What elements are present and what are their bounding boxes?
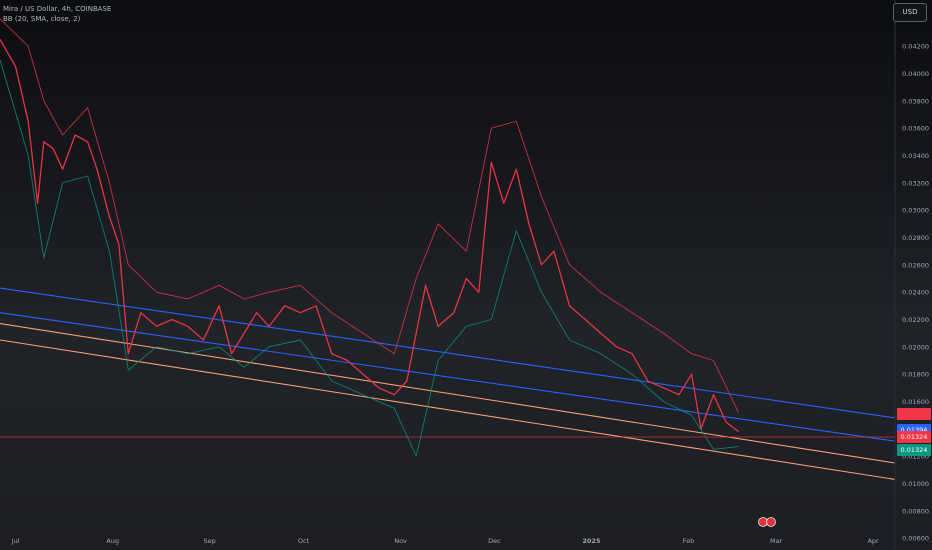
trendline-3 [0, 339, 896, 480]
x-tick-label: Apr [867, 537, 879, 545]
currency-button[interactable]: USD [893, 3, 927, 22]
y-tick-label: 0.01000 [902, 480, 929, 488]
y-tick-label: 0.02400 [902, 289, 929, 297]
y-tick-label: 0.02600 [902, 261, 929, 269]
y-tick-label: 0.03000 [902, 207, 929, 215]
x-tick-label: 2025 [582, 537, 601, 545]
event-marker-icon [766, 517, 776, 527]
y-tick-label: 0.03200 [902, 179, 929, 187]
x-tick-label: Sep [204, 537, 216, 545]
price-axis: 0.04200 0.04000 0.03800 0.03600 0.03400 0.032… [894, 0, 929, 550]
y-tick-label: 0.04000 [902, 70, 929, 78]
series-line-0 [0, 38, 739, 433]
price-badge: 0.01324 [897, 443, 931, 456]
trendline-2 [0, 323, 896, 464]
y-tick-label: 0.04200 [902, 43, 929, 51]
y-tick-label: 0.00800 [902, 507, 929, 515]
x-tick-label: Oct [298, 537, 310, 545]
trendline-0 [0, 287, 896, 419]
x-tick-label: Dec [488, 537, 501, 545]
y-tick-label: 0.03800 [902, 97, 929, 105]
price-badge: 0.01324 [897, 431, 931, 444]
y-tick-label: 0.02000 [902, 343, 929, 351]
y-tick-label: 0.01600 [902, 398, 929, 406]
x-tick-label: Jul [11, 537, 20, 545]
y-tick-label: 0.00600 [902, 535, 929, 543]
series-line-2 [0, 59, 739, 457]
y-tick-label: 0.02800 [902, 234, 929, 242]
trendline-1 [0, 312, 896, 442]
trendlines [0, 287, 896, 480]
price-chart[interactable]: 0.04200 0.04000 0.03800 0.03600 0.03400 0.032… [0, 0, 932, 550]
y-tick-label: 0.03400 [902, 152, 929, 160]
time-axis: Jul Aug Sep Oct Nov Dec 2025 Feb Mar Apr [11, 537, 879, 545]
x-tick-label: Nov [394, 537, 407, 545]
chart-legend: Mira / US Dollar, 4h, COINBASE BB (20, S… [3, 4, 111, 24]
symbol-title: Mira / US Dollar, 4h, COINBASE [3, 5, 112, 13]
series-line-1 [0, 18, 739, 413]
y-tick-label: 0.02200 [902, 316, 929, 324]
price-series [0, 18, 739, 457]
indicator-title: BB (20, SMA, close, 2) [3, 15, 81, 23]
price-badge [897, 407, 931, 420]
event-markers [758, 517, 776, 527]
y-tick-label: 0.01800 [902, 371, 929, 379]
y-tick-label: 0.03600 [902, 125, 929, 133]
x-tick-label: Aug [106, 537, 119, 545]
x-tick-label: Feb [683, 537, 695, 545]
x-tick-label: Mar [770, 537, 783, 545]
